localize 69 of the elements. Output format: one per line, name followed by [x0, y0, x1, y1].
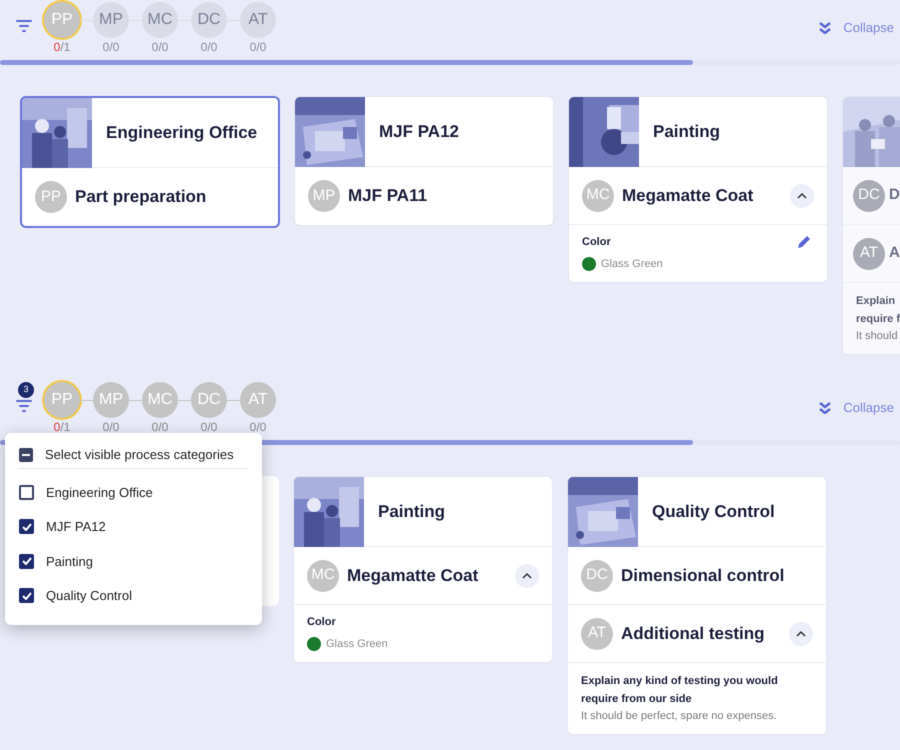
card-title: Painting	[653, 120, 720, 143]
avatar: DC	[581, 560, 613, 592]
step-count: 0/0	[250, 41, 266, 53]
category-checkbox[interactable]: MJF PA12	[19, 510, 248, 544]
process-card[interactable]: Painting MC Megamatte Coat Color Glass Green	[568, 96, 828, 283]
process-name: Megamatte Coat	[347, 564, 478, 587]
avatar: AT	[853, 238, 885, 270]
count-badge: 3	[18, 382, 34, 398]
step-count: 0/1	[54, 41, 70, 53]
note-question: Explain	[856, 294, 896, 309]
step-count: 0/0	[152, 421, 168, 433]
process-card[interactable]: DC D AT A Explain require f It should	[842, 96, 900, 355]
step-count: 0/0	[200, 421, 218, 433]
detail-label: Color	[307, 615, 336, 630]
card-title: Painting	[378, 500, 446, 523]
avatar: AT	[581, 618, 613, 650]
step-count: 0/0	[102, 41, 120, 53]
step-count: 0/0	[152, 41, 168, 53]
card-title: Engineering Office	[106, 122, 258, 144]
note-question: Explain any kind of testing you would	[581, 674, 779, 689]
select-all-checkbox[interactable]: Select visible process categories	[19, 445, 248, 469]
note-question: require from our side	[581, 692, 693, 707]
note-answer: It should be perfect, spare no expenses.	[581, 709, 778, 724]
detail-label: Color	[582, 235, 611, 250]
step-count: 0/0	[200, 41, 218, 53]
note-answer: It should	[856, 329, 899, 344]
check-icon	[22, 522, 32, 531]
collapse-toggle[interactable]	[790, 184, 814, 208]
process-name: Additional testing	[621, 622, 765, 645]
collapse-toggle[interactable]	[515, 564, 539, 588]
detail-value: Glass Green	[326, 636, 388, 652]
category-checkbox[interactable]: Engineering Office	[19, 475, 248, 510]
collapse-toggle[interactable]	[789, 622, 813, 646]
detail-value: Glass Green	[601, 256, 663, 272]
avatar: MP	[308, 180, 340, 212]
chevron-up-icon	[797, 192, 807, 200]
category-checkbox[interactable]: Quality Control	[19, 578, 248, 613]
filter-icon	[16, 20, 32, 32]
filter-icon	[16, 400, 32, 412]
avatar: MC	[307, 560, 339, 592]
process-card[interactable]: Engineering Office PP Part preparation	[20, 96, 280, 228]
process-name: Megamatte Coat	[622, 184, 754, 207]
process-name: MJF PA11	[348, 185, 428, 208]
double-chevron-icon	[819, 402, 832, 414]
process-name: Part preparation	[75, 186, 206, 208]
edit-button[interactable]	[797, 235, 811, 249]
avatar: MC	[582, 180, 614, 212]
step-count: 0/0	[250, 421, 266, 433]
process-name: A	[889, 243, 900, 264]
avatar: PP	[35, 181, 67, 213]
filter-button[interactable]: 3	[4, 382, 44, 422]
chevron-up-icon	[522, 572, 532, 580]
step-count: 0/1	[54, 421, 70, 433]
avatar: DC	[853, 180, 885, 212]
chevron-up-icon	[796, 630, 806, 638]
process-name: Dimensional control	[621, 564, 784, 587]
pencil-icon	[797, 235, 811, 249]
process-card[interactable]: MJF PA12 MP MJF PA11	[294, 96, 554, 226]
card-title: Quality Control	[652, 500, 775, 523]
process-card[interactable]: Painting MC Megamatte Coat Color Glass Green	[293, 476, 553, 663]
check-icon	[22, 592, 32, 600]
category-checkbox[interactable]: Painting	[19, 544, 248, 578]
process-name: D	[889, 185, 900, 206]
process-card[interactable]: Quality Control DC Dimensional control AT Additional testing Explain any kind of testing you would require from our side It should be perfect, spare no expenses.	[567, 476, 827, 735]
card-title: MJF PA12	[379, 120, 459, 143]
double-chevron-icon	[819, 22, 832, 34]
note-question: require f	[856, 312, 900, 327]
check-icon	[22, 557, 32, 566]
step-count: 0/0	[102, 421, 120, 433]
